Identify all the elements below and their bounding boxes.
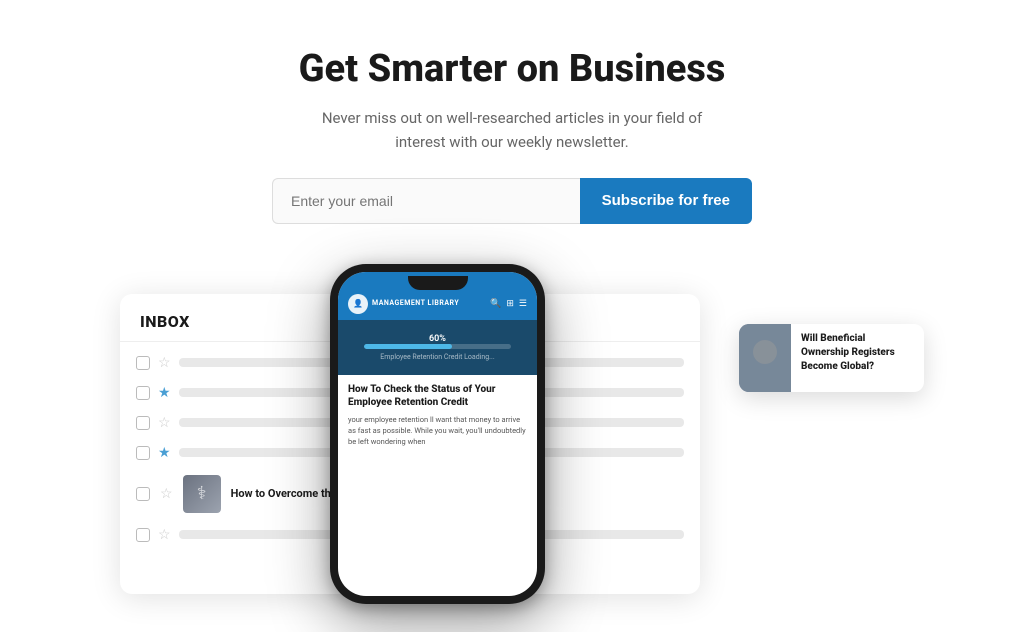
popup-card: Will Beneficial Ownership Registers Beco… [739,324,924,392]
phone-nav-icons: 🔍 ⊞ ☰ [490,299,527,309]
subscribe-button[interactable]: Subscribe for free [580,178,752,224]
loading-bar-container: 60% Employee Retention Credit Loading... [364,334,510,361]
hero-section: Get Smarter on Business Never miss out o… [0,0,1024,254]
loading-track [364,344,510,349]
loading-fill [364,344,452,349]
bottom-section: INBOX ☆ ★ ☆ [0,264,1024,604]
popup-thumbnail [739,324,791,392]
hero-subtitle: Never miss out on well-researched articl… [312,106,712,154]
phone-outer: 👤 MANAGEMENT LIBRARY 🔍 ⊞ ☰ 60% [330,264,545,604]
inbox-checkbox[interactable] [136,356,150,370]
menu-icon[interactable]: ☰ [519,299,527,309]
phone-mockup: 👤 MANAGEMENT LIBRARY 🔍 ⊞ ☰ 60% [330,264,545,604]
page-title: Get Smarter on Business [20,48,1004,92]
inbox-checkbox[interactable] [136,487,150,501]
inbox-checkbox[interactable] [136,528,150,542]
search-icon[interactable]: 🔍 [490,299,501,309]
inbox-checkbox[interactable] [136,446,150,460]
phone-article-body: your employee retention ll want that mon… [348,414,527,448]
phone-loading-area: 60% Employee Retention Credit Loading... [338,320,537,375]
logo-text: MANAGEMENT LIBRARY [372,299,459,307]
inbox-thumbnail [183,475,221,513]
phone-screen: 👤 MANAGEMENT LIBRARY 🔍 ⊞ ☰ 60% [338,272,537,596]
logo-icon: 👤 [348,294,368,314]
star-icon[interactable]: ☆ [158,527,171,543]
popup-body: Will Beneficial Ownership Registers Beco… [791,324,924,392]
inbox-checkbox[interactable] [136,416,150,430]
loading-percent: 60% [364,334,510,344]
star-icon[interactable]: ☆ [158,415,171,431]
phone-article-title: How To Check the Status of Your Employee… [348,383,527,409]
phone-logo: 👤 MANAGEMENT LIBRARY [348,294,459,314]
popup-title: Will Beneficial Ownership Registers Beco… [801,332,914,374]
thumbnail-image [183,475,221,513]
star-icon-filled[interactable]: ★ [158,445,171,461]
filter-icon[interactable]: ⊞ [506,299,514,309]
page-wrapper: Get Smarter on Business Never miss out o… [0,0,1024,632]
phone-notch [408,276,468,290]
email-input[interactable] [272,178,580,224]
inbox-checkbox[interactable] [136,386,150,400]
star-icon[interactable]: ☆ [158,355,171,371]
email-form: Subscribe for free [272,178,752,224]
star-icon[interactable]: ☆ [160,486,173,502]
star-icon-filled[interactable]: ★ [158,385,171,401]
loading-caption: Employee Retention Credit Loading... [364,353,510,361]
phone-article: How To Check the Status of Your Employee… [338,375,537,456]
